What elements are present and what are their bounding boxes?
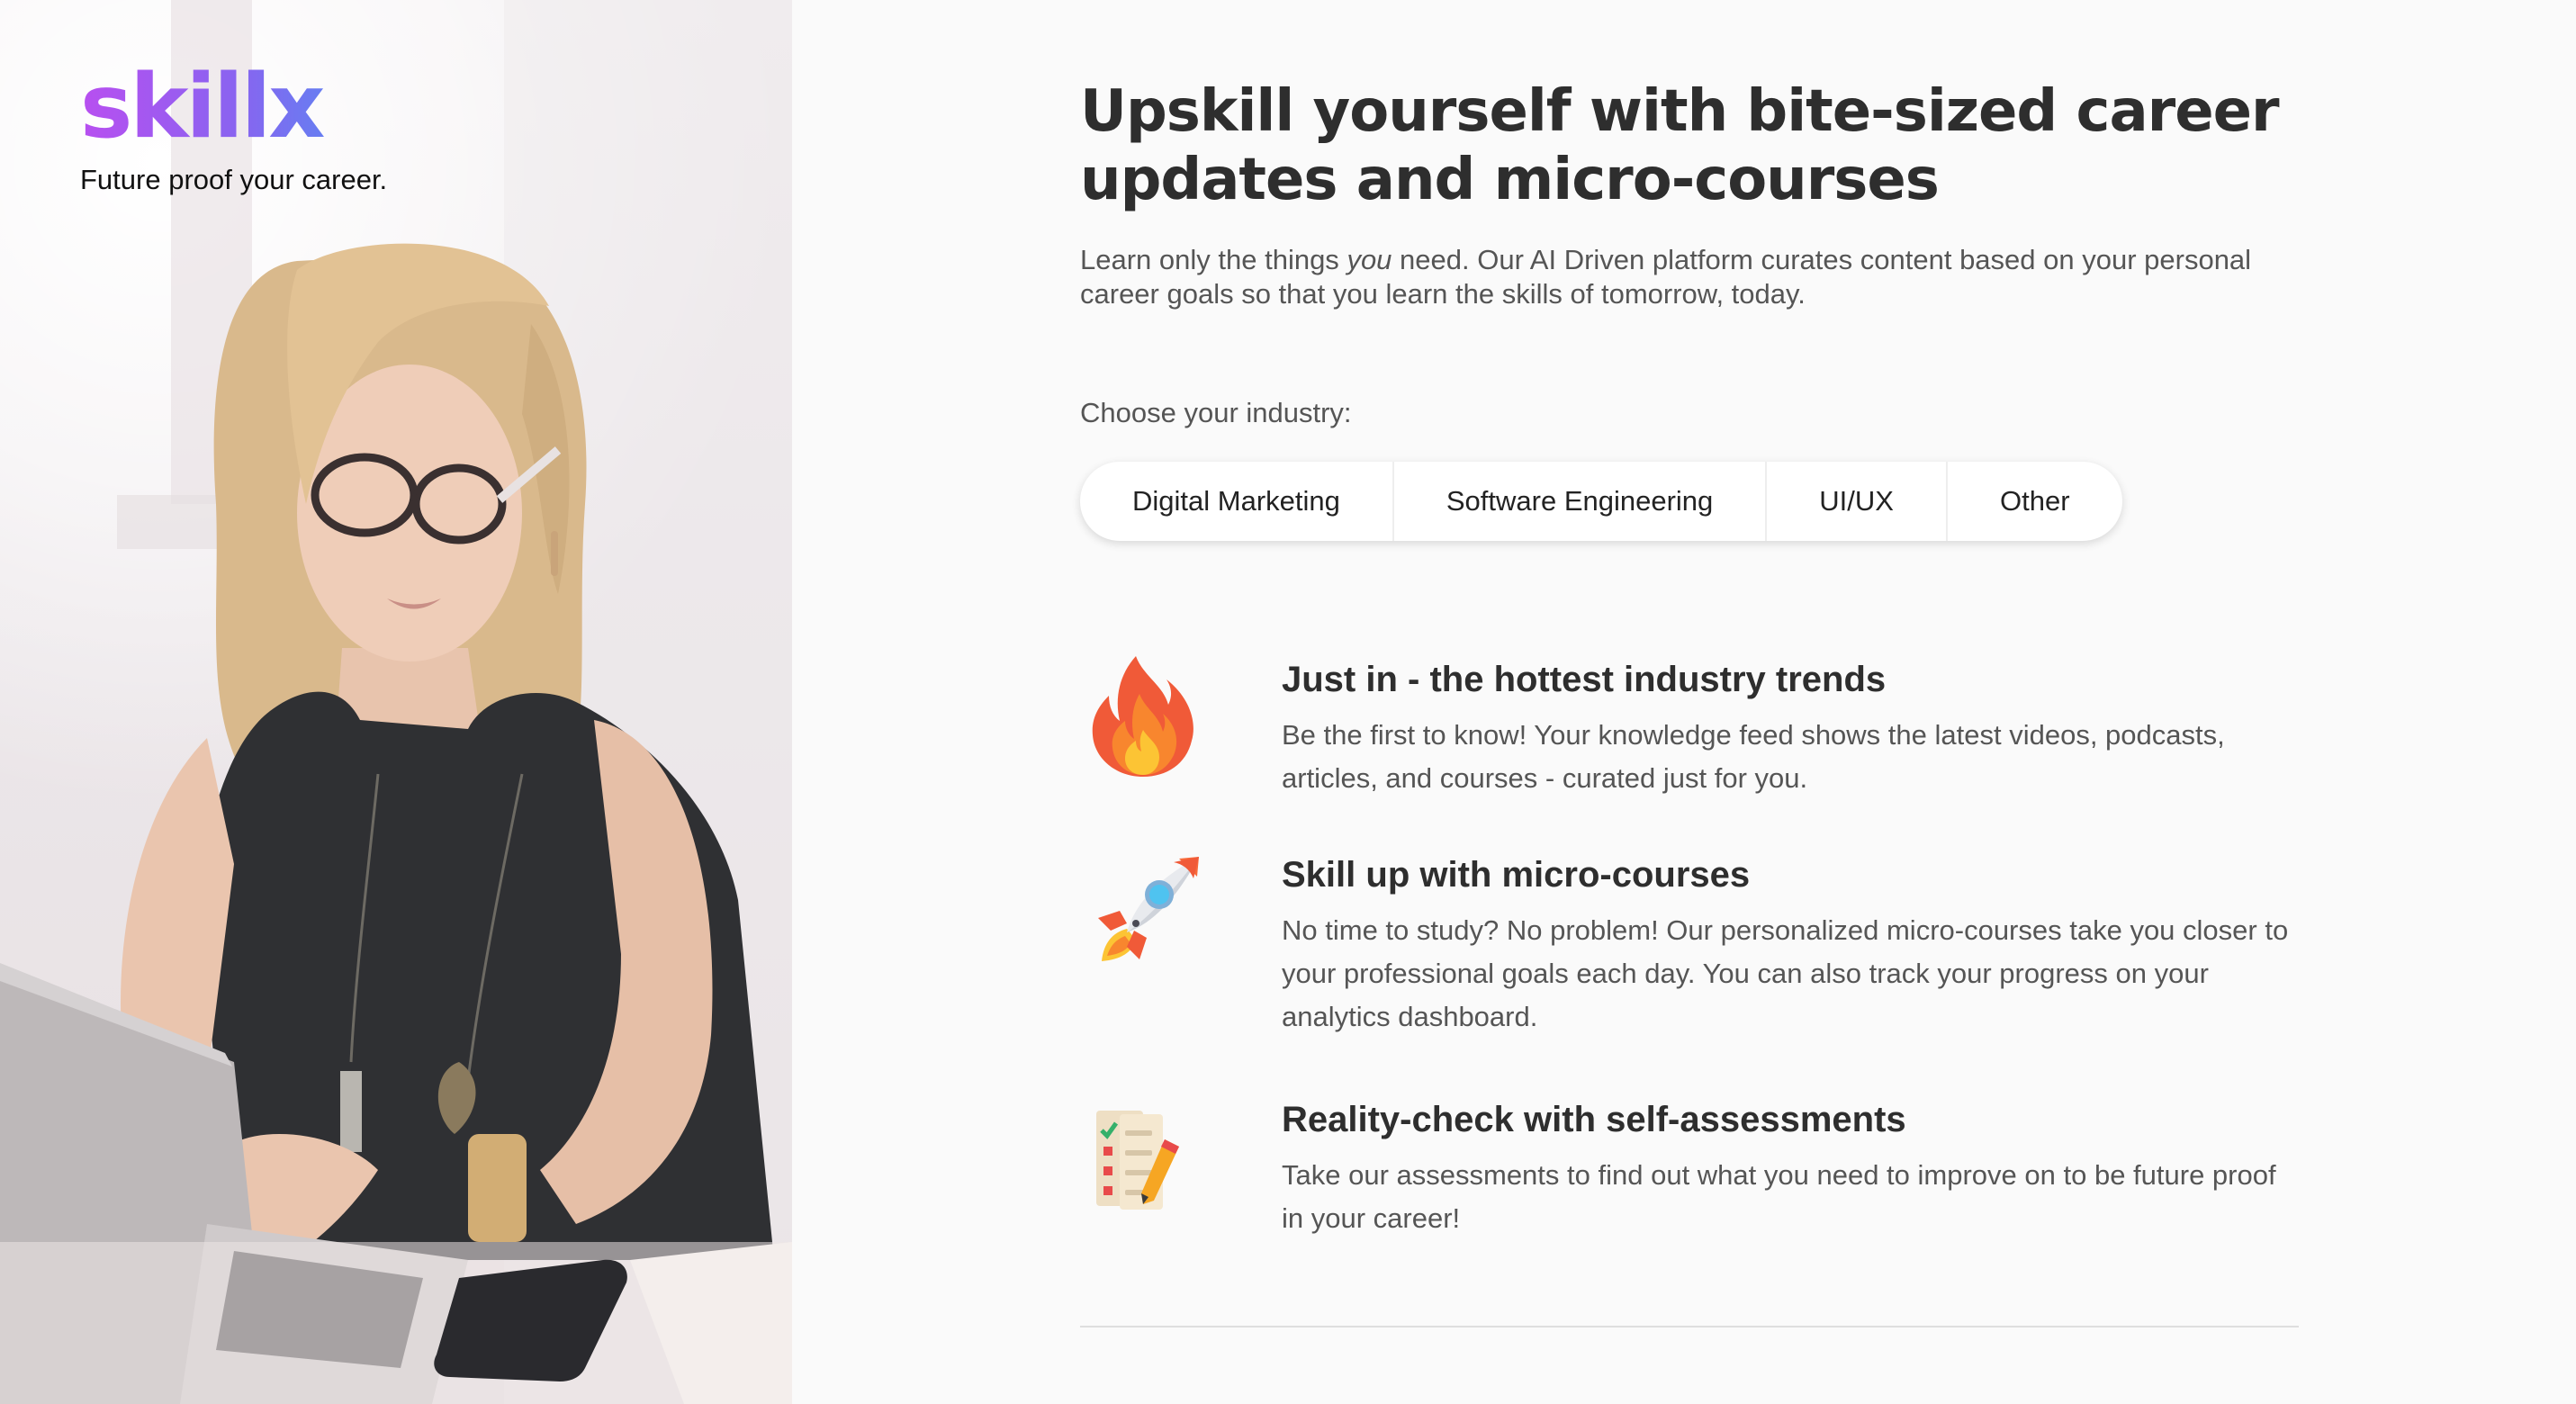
feature-title: Just in - the hottest industry trends [1282,660,1887,699]
brand[interactable]: skillx Future proof your career. [80,63,387,196]
feature-title: Reality-check with self-assessments [1282,1100,1906,1139]
intro-text-start: Learn only the things [1080,244,1347,275]
skillx-logo[interactable]: skillx [80,63,387,151]
industry-selector: Digital Marketing Software Engineering U… [1080,462,2122,541]
industry-option-ui-ux[interactable]: UI/UX [1767,462,1948,541]
brand-tagline: Future proof your career. [80,164,388,195]
woman-at-laptop-photo [0,0,792,1404]
intro-text-emphasis: you [1347,244,1392,275]
section-divider [1080,1326,2299,1328]
feature-description: No time to study? No problem! Our person… [1282,914,2289,1032]
page-title: Upskill yourself with bite-sized career … [1080,78,2280,213]
hero-photo-panel: skillx Future proof your career. [0,0,792,1404]
feature-description: Take our assessments to find out what yo… [1282,1159,2276,1234]
intro-paragraph: Learn only the things you need. Our AI D… [1080,243,2304,311]
industry-option-software-engineering[interactable]: Software Engineering [1394,462,1768,541]
rocket-icon [1098,857,1199,961]
checklist-icon [1096,1111,1179,1210]
feature-title: Skill up with micro-courses [1282,855,1751,895]
feature-description: Be the first to know! Your knowledge fee… [1282,719,2225,794]
industry-option-other[interactable]: Other [1948,462,2122,541]
industry-label: Choose your industry: [1080,397,1352,428]
industry-option-digital-marketing[interactable]: Digital Marketing [1080,462,1394,541]
fire-icon [1092,656,1193,777]
